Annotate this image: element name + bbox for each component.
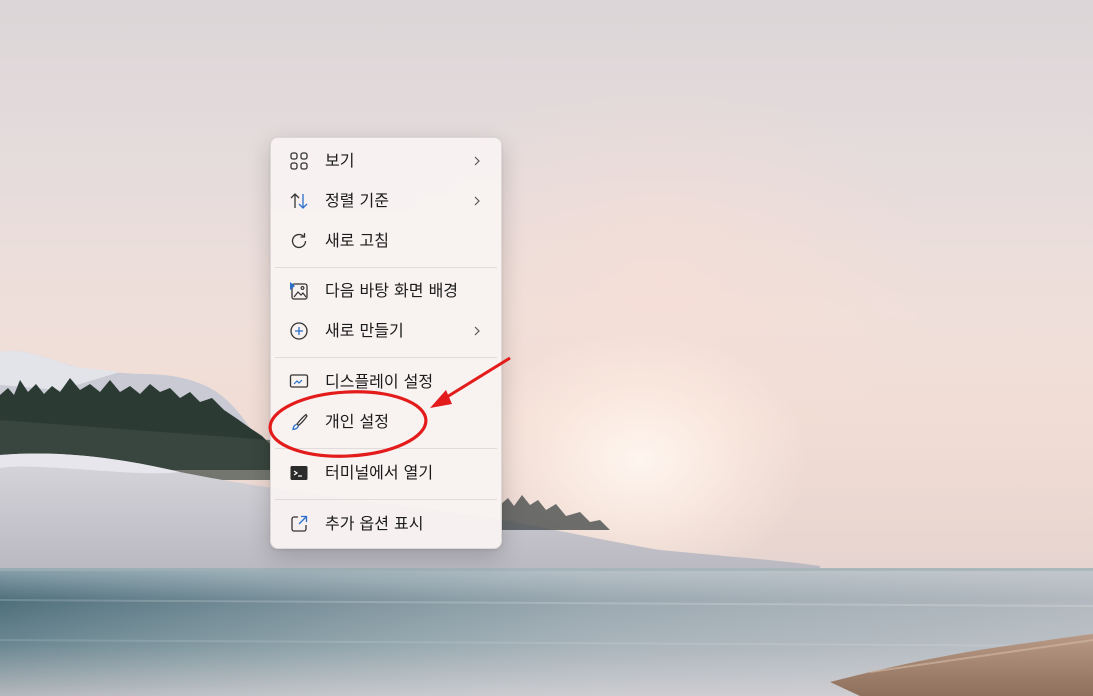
menu-item-label: 다음 바탕 화면 배경 [325, 281, 459, 300]
desktop-context-menu: 보기 정렬 기준 새로 고침 다음 바탕 화면 배경 새로 만들기 디스플레이 … [270, 137, 502, 549]
menu-item-sort-by[interactable]: 정렬 기준 [275, 183, 497, 219]
sort-arrows-icon [289, 191, 309, 211]
refresh-icon [289, 231, 309, 251]
menu-separator [275, 267, 497, 268]
menu-item-view[interactable]: 보기 [275, 143, 497, 179]
menu-item-label: 보기 [325, 151, 355, 170]
display-icon [289, 372, 309, 392]
desktop-background[interactable]: 보기 정렬 기준 새로 고침 다음 바탕 화면 배경 새로 만들기 디스플레이 … [0, 0, 1093, 696]
menu-item-display-settings[interactable]: 디스플레이 설정 [275, 364, 497, 400]
menu-item-label: 정렬 기준 [325, 191, 389, 210]
menu-item-label: 개인 설정 [325, 412, 389, 431]
chevron-right-icon [474, 196, 480, 206]
menu-item-label: 새로 고침 [325, 231, 389, 250]
menu-item-next-background[interactable]: 다음 바탕 화면 배경 [275, 273, 497, 309]
menu-item-new[interactable]: 새로 만들기 [275, 313, 497, 349]
menu-item-label: 터미널에서 열기 [325, 463, 434, 482]
menu-item-label: 새로 만들기 [325, 321, 404, 340]
add-circle-icon [289, 321, 309, 341]
menu-item-personalize[interactable]: 개인 설정 [275, 404, 497, 440]
paintbrush-icon [289, 412, 309, 432]
menu-item-label: 추가 옵션 표시 [325, 514, 424, 533]
menu-item-open-in-terminal[interactable]: 터미널에서 열기 [275, 455, 497, 491]
more-options-icon [289, 514, 309, 534]
menu-separator [275, 357, 497, 358]
menu-item-show-more-options[interactable]: 추가 옵션 표시 [275, 506, 497, 542]
menu-item-refresh[interactable]: 새로 고침 [275, 223, 497, 259]
chevron-right-icon [474, 326, 480, 336]
chevron-right-icon [474, 156, 480, 166]
terminal-icon [289, 463, 309, 483]
landscape-scene [0, 350, 1093, 696]
menu-item-label: 디스플레이 설정 [325, 372, 434, 391]
menu-separator [275, 499, 497, 500]
menu-separator [275, 448, 497, 449]
next-background-icon [289, 281, 309, 301]
grid-view-icon [289, 151, 309, 171]
